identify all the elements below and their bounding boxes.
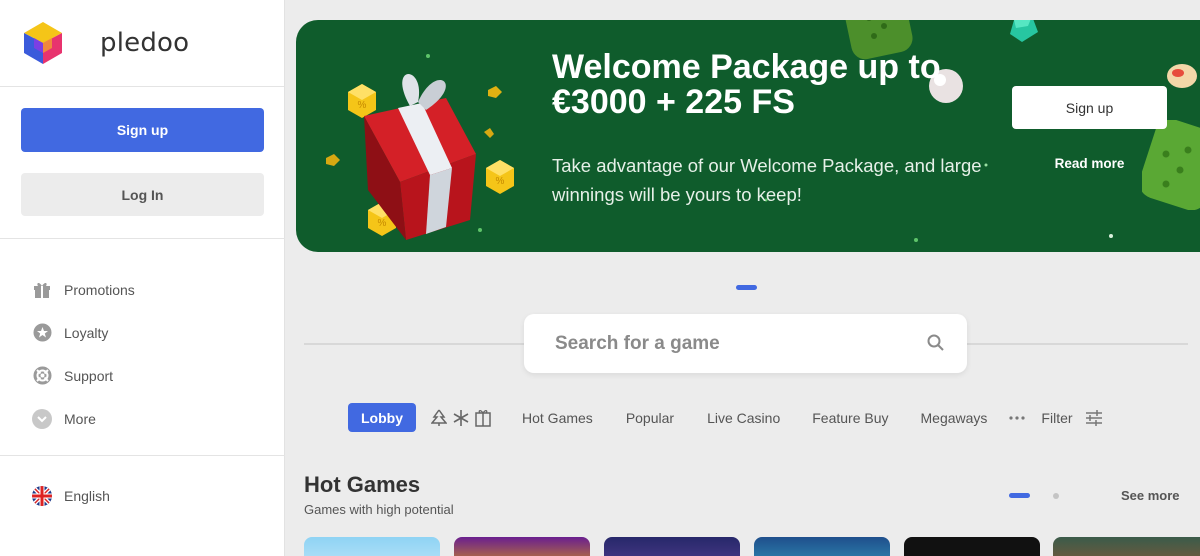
banner-signup-button[interactable]: Sign up: [1012, 86, 1167, 129]
pagination-dot-active[interactable]: [1009, 493, 1030, 498]
game-thumbnail[interactable]: [304, 537, 440, 556]
pledoo-logo-icon[interactable]: [24, 22, 62, 64]
token-icon: [1167, 64, 1197, 88]
promo-banner[interactable]: % % % Welcome Package up to €3000 + 225 …: [296, 20, 1200, 252]
search-icon[interactable]: [927, 334, 945, 352]
lifebuoy-icon: [32, 366, 52, 386]
game-thumbnail[interactable]: [604, 537, 740, 556]
filter-label[interactable]: Filter: [1041, 410, 1072, 426]
divider: [0, 455, 285, 456]
category-tabs: Lobby Hot Games Popular Live Casino Feat…: [348, 403, 1103, 432]
language-label: English: [64, 488, 110, 504]
sidebar-nav: Promotions Loyalty Support More: [32, 268, 135, 440]
sidebar-item-promotions[interactable]: Promotions: [32, 268, 135, 311]
gift-icon: [32, 280, 52, 300]
more-dots-icon[interactable]: [1008, 409, 1026, 427]
tab-popular[interactable]: Popular: [626, 410, 674, 426]
coin-icon: %: [486, 160, 514, 194]
game-thumbnail[interactable]: [1053, 537, 1200, 556]
banner-read-more-link[interactable]: Read more: [1012, 156, 1167, 171]
divider: [0, 238, 285, 239]
sidebar-item-label: More: [64, 410, 96, 427]
language-selector[interactable]: English: [32, 486, 110, 506]
sidebar-item-more[interactable]: More: [32, 397, 135, 440]
game-thumbnail[interactable]: [454, 537, 590, 556]
gift-icon[interactable]: [474, 409, 492, 427]
banner-title: Welcome Package up to €3000 + 225 FS: [552, 48, 941, 121]
tab-megaways[interactable]: Megaways: [921, 410, 988, 426]
christmas-tree-icon[interactable]: [430, 409, 448, 427]
tab-live-casino[interactable]: Live Casino: [707, 410, 780, 426]
sidebar-item-support[interactable]: Support: [32, 354, 135, 397]
section-title: Hot Games: [304, 472, 421, 497]
filter-sliders-icon[interactable]: [1085, 409, 1103, 427]
svg-text:%: %: [496, 176, 505, 187]
snowflake-icon[interactable]: [452, 409, 470, 427]
gem-icon: [1010, 20, 1038, 42]
section-subtitle: Games with high potential: [304, 502, 454, 517]
star-icon: [32, 323, 52, 343]
tab-lobby[interactable]: Lobby: [348, 403, 416, 432]
game-thumbnail[interactable]: [754, 537, 890, 556]
gift-box-icon: % % %: [326, 73, 514, 240]
carousel-indicator[interactable]: [736, 285, 757, 290]
sidebar: pledoo Sign up Log In Promotions Loyalty…: [0, 0, 285, 556]
sidebar-item-label: Support: [64, 367, 114, 384]
sidebar-item-label: Loyalty: [64, 324, 109, 341]
search-box[interactable]: [524, 314, 967, 373]
svg-text:%: %: [358, 100, 367, 111]
signup-button[interactable]: Sign up: [21, 108, 264, 152]
sidebar-item-loyalty[interactable]: Loyalty: [32, 311, 135, 354]
svg-text:%: %: [378, 218, 387, 229]
banner-subtitle: Take advantage of our Welcome Package, a…: [552, 155, 982, 205]
chevron-down-icon: [32, 408, 52, 429]
search-input[interactable]: [555, 332, 915, 355]
logo-row: pledoo: [0, 0, 284, 87]
login-button[interactable]: Log In: [21, 173, 264, 216]
uk-flag-icon: [32, 486, 52, 506]
coin-icon: %: [348, 84, 376, 118]
tab-hot-games[interactable]: Hot Games: [522, 410, 593, 426]
sidebar-item-label: Promotions: [64, 281, 135, 298]
see-more-link[interactable]: See more: [1121, 488, 1180, 503]
game-thumbnail[interactable]: [904, 537, 1040, 556]
brand-name[interactable]: pledoo: [100, 28, 189, 58]
pagination-dot[interactable]: [1053, 493, 1059, 499]
tab-feature-buy[interactable]: Feature Buy: [812, 410, 888, 426]
